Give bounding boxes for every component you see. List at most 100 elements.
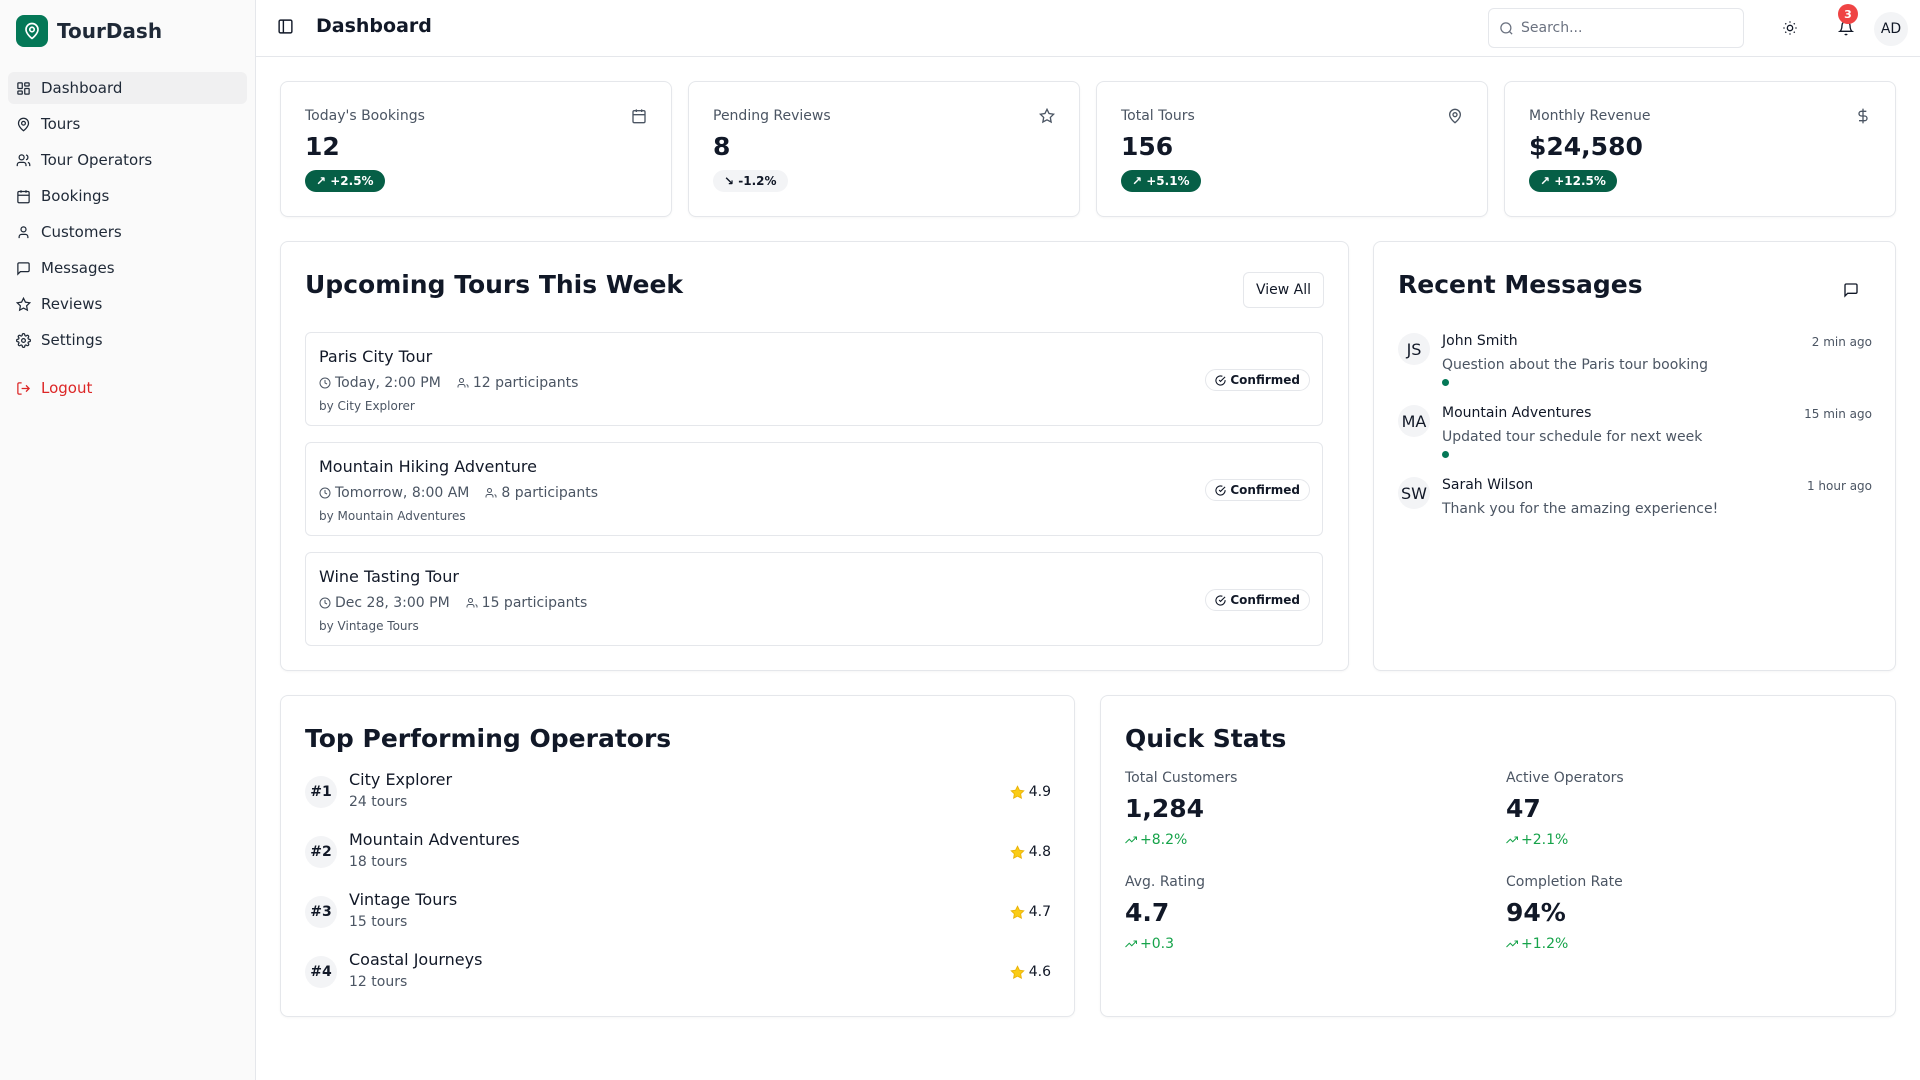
tour-time: Tomorrow, 8:00 AM [335, 485, 470, 501]
operator-rating: 4.8 [1009, 844, 1051, 860]
tour-time: Dec 28, 3:00 PM [335, 595, 450, 611]
stat-value: 12 [305, 132, 340, 161]
check-circle-icon [1215, 594, 1226, 606]
operator-tour-count: 18 tours [349, 854, 408, 870]
clock-icon [319, 377, 331, 389]
rating-value: 4.6 [1028, 964, 1051, 980]
check-circle-icon [1215, 484, 1226, 496]
trending-up-icon [1125, 836, 1137, 844]
tour-name: Wine Tasting Tour [319, 567, 459, 586]
notification-count-badge: 3 [1838, 4, 1858, 24]
check-circle-icon [1215, 374, 1226, 386]
stat-card-pending-reviews: Pending Reviews 8 ↘ -1.2% [688, 81, 1080, 217]
avatar: SW [1398, 477, 1430, 509]
sidebar-item-dashboard[interactable]: Dashboard [8, 72, 247, 104]
sidebar-item-tours[interactable]: Tours [8, 108, 247, 140]
quick-stat-label: Total Customers [1125, 770, 1238, 786]
brand-name: TourDash [57, 19, 163, 43]
view-all-button[interactable]: View All [1242, 272, 1324, 308]
top-operators-panel: Top Performing Operators #1 City Explore… [280, 695, 1075, 1017]
rating-value: 4.7 [1028, 904, 1051, 920]
section-title: Recent Messages [1398, 270, 1643, 299]
unread-dot [1442, 379, 1449, 386]
sidebar-item-label: Settings [41, 331, 103, 349]
theme-toggle-button[interactable] [1780, 18, 1800, 38]
sidebar-item-customers[interactable]: Customers [8, 216, 247, 248]
message-sender: John Smith [1442, 333, 1518, 349]
rank-badge: #1 [305, 776, 337, 808]
users-icon [466, 598, 478, 608]
quick-stat-delta: +0.3 [1125, 936, 1174, 952]
operator-item[interactable]: #2 Mountain Adventures 18 tours 4.8 [305, 830, 1051, 878]
logout-button[interactable]: Logout [8, 372, 247, 404]
section-title: Top Performing Operators [305, 724, 672, 753]
stat-delta-badge: ↗ +12.5% [1529, 170, 1617, 192]
stat-card-monthly-revenue: Monthly Revenue $24,580 ↗ +12.5% [1504, 81, 1896, 217]
sidebar-item-reviews[interactable]: Reviews [8, 288, 247, 320]
status-label: Confirmed [1230, 373, 1300, 387]
stat-delta-badge: ↗ +2.5% [305, 170, 385, 192]
operator-item[interactable]: #3 Vintage Tours 15 tours 4.7 [305, 890, 1051, 938]
message-preview: Updated tour schedule for next week [1442, 429, 1703, 445]
sidebar-item-label: Tours [41, 115, 81, 133]
stat-card-total-tours: Total Tours 156 ↗ +5.1% [1096, 81, 1488, 217]
message-icon [17, 261, 30, 276]
operator-item[interactable]: #4 Coastal Journeys 12 tours 4.6 [305, 950, 1051, 998]
search-input[interactable] [1521, 20, 1721, 36]
gear-icon [16, 332, 31, 348]
sidebar-item-settings[interactable]: Settings [8, 324, 247, 356]
message-preview: Question about the Paris tour booking [1442, 357, 1709, 373]
logout-icon [17, 381, 31, 395]
users-icon [16, 153, 31, 166]
stat-delta-value: +5.1% [1146, 174, 1190, 188]
message-item[interactable]: MA Mountain Adventures 15 min ago Update… [1398, 405, 1872, 467]
star-icon [1009, 784, 1025, 799]
tour-participants-count: 12 participants [472, 375, 579, 391]
tour-name: Mountain Hiking Adventure [319, 457, 537, 476]
stat-value: $24,580 [1529, 132, 1643, 161]
user-avatar[interactable]: AD [1874, 12, 1908, 46]
stat-delta-badge: ↘ -1.2% [713, 170, 788, 192]
sidebar-item-label: Messages [41, 259, 115, 277]
operator-rating: 4.6 [1009, 964, 1051, 980]
status-badge: Confirmed [1205, 479, 1310, 501]
tour-item[interactable]: Wine Tasting Tour Dec 28, 3:00 PM 15 par… [305, 552, 1323, 646]
message-item[interactable]: SW Sarah Wilson 1 hour ago Thank you for… [1398, 477, 1872, 539]
messages-button[interactable] [1843, 282, 1861, 300]
map-pin-icon [17, 117, 30, 132]
message-sender: Sarah Wilson [1442, 477, 1534, 493]
status-label: Confirmed [1230, 593, 1300, 607]
panel-left-icon [278, 19, 293, 34]
search-box[interactable] [1488, 8, 1744, 48]
quick-stat-value: 1,284 [1125, 794, 1205, 823]
tour-item[interactable]: Mountain Hiking Adventure Tomorrow, 8:00… [305, 442, 1323, 536]
stat-value: 8 [713, 132, 731, 161]
tour-name: Paris City Tour [319, 347, 433, 366]
rank-badge: #2 [305, 836, 337, 868]
status-badge: Confirmed [1205, 589, 1310, 611]
tour-participants: 12 participants [457, 375, 579, 391]
sidebar-item-tour-operators[interactable]: Tour Operators [8, 144, 247, 176]
quick-stat-avg-rating: Avg. Rating 4.7 +0.3 [1125, 874, 1445, 964]
quick-stat-delta-value: +1.2% [1521, 936, 1569, 952]
star-icon [1039, 108, 1055, 124]
stat-label: Monthly Revenue [1529, 108, 1651, 124]
quick-stat-value: 47 [1506, 794, 1541, 823]
quick-stat-label: Active Operators [1506, 770, 1624, 786]
search-icon [1500, 21, 1513, 35]
stat-delta-value: +12.5% [1554, 174, 1606, 188]
sidebar-toggle-button[interactable] [277, 18, 297, 38]
brand[interactable]: TourDash [0, 0, 255, 62]
sidebar-item-messages[interactable]: Messages [8, 252, 247, 284]
stat-label: Total Tours [1121, 108, 1195, 124]
tour-item[interactable]: Paris City Tour Today, 2:00 PM 12 partic… [305, 332, 1323, 426]
message-item[interactable]: JS John Smith 2 min ago Question about t… [1398, 333, 1872, 395]
operator-item[interactable]: #1 City Explorer 24 tours 4.9 [305, 770, 1051, 818]
logout-label: Logout [41, 379, 93, 397]
sidebar-item-bookings[interactable]: Bookings [8, 180, 247, 212]
upcoming-tours-panel: Upcoming Tours This Week View All Paris … [280, 241, 1349, 671]
rank-badge: #4 [305, 956, 337, 988]
message-sender: Mountain Adventures [1442, 405, 1592, 421]
operator-tour-count: 15 tours [349, 914, 408, 930]
stat-delta-value: +2.5% [330, 174, 374, 188]
